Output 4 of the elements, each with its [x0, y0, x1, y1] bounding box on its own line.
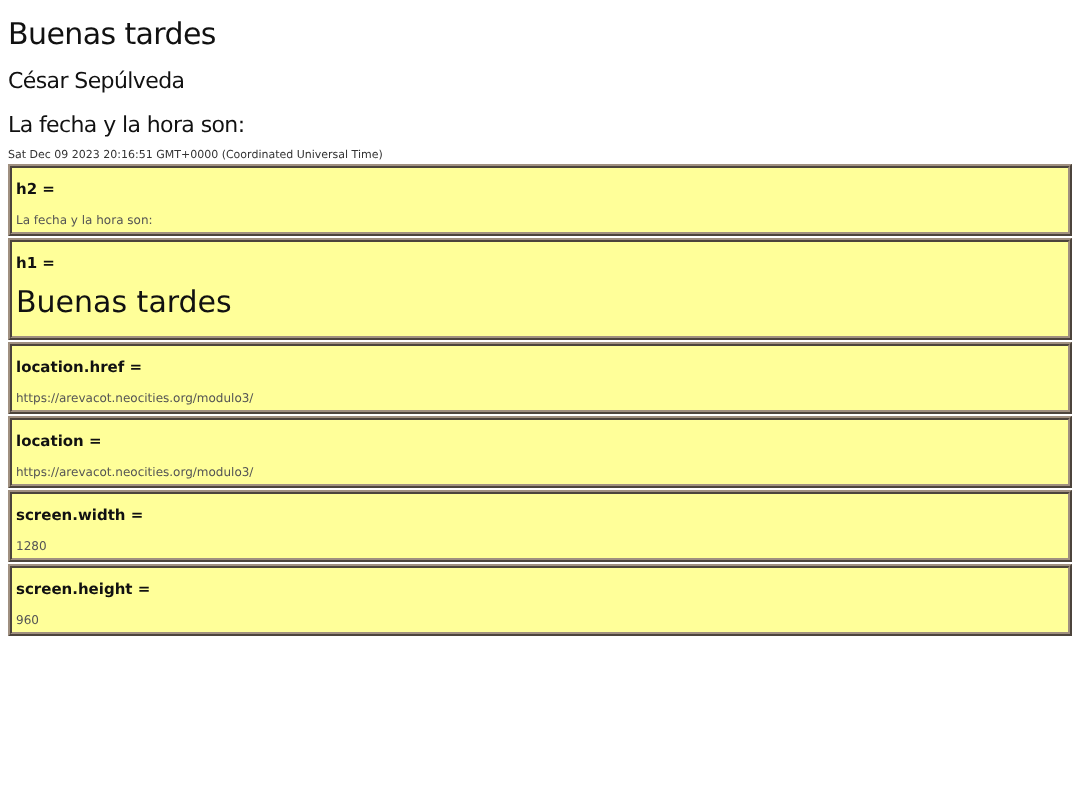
author-name: César Sepúlveda	[8, 68, 187, 94]
date-heading: La fecha y la hora son:	[8, 112, 247, 138]
page-heading: Buenas tardes	[8, 16, 218, 52]
box-value: Buenas tardes	[16, 284, 234, 320]
